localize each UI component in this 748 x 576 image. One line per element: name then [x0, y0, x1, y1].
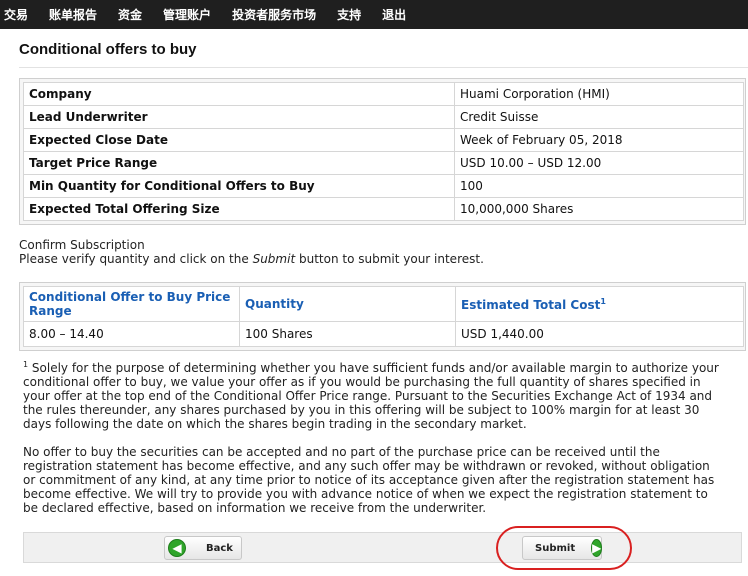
nav-item-support[interactable]: 支持 [337, 6, 361, 23]
nav-item-reports[interactable]: 账单报告 [49, 6, 97, 23]
nav-item-manage-account[interactable]: 管理账户 [163, 6, 211, 23]
action-button-bar: ◀ Back Submit ▶ [23, 532, 742, 563]
disclosure-notes: 1 Solely for the purpose of determining … [23, 358, 723, 529]
table-row: Expected Close Date Week of February 05,… [23, 128, 744, 152]
detail-label: Expected Total Offering Size [23, 197, 455, 221]
top-navigation-bar: 交易 账单报告 资金 管理账户 投资者服务市场 支持 退出 [0, 0, 748, 29]
instruction-text-end: button to submit your interest. [295, 252, 484, 266]
footnote-marker: 1 [600, 296, 606, 306]
detail-value: 100 [454, 174, 744, 198]
offering-details-table: Company Huami Corporation (HMI) Lead Und… [23, 82, 744, 221]
detail-label: Min Quantity for Conditional Offers to B… [23, 174, 455, 198]
detail-label: Company [23, 82, 455, 106]
table-row: Company Huami Corporation (HMI) [23, 82, 744, 106]
detail-value: 10,000,000 Shares [454, 197, 744, 221]
detail-label: Expected Close Date [23, 128, 455, 152]
submit-highlight-circle [496, 526, 632, 570]
table-row: Min Quantity for Conditional Offers to B… [23, 174, 744, 198]
instruction-submit-word: Submit [252, 252, 296, 266]
back-arrow-icon: ◀ [168, 539, 186, 557]
page-title: Conditional offers to buy [19, 41, 197, 58]
back-button-label: Back [206, 542, 233, 554]
detail-label: Target Price Range [23, 151, 455, 175]
footnote-paragraph: 1 Solely for the purpose of determining … [23, 358, 723, 431]
confirm-subscription-section: Confirm Subscription Please verify quant… [19, 238, 484, 266]
footnote-text: Solely for the purpose of determining wh… [23, 361, 719, 431]
back-button[interactable]: ◀ Back [164, 536, 242, 560]
column-header-estimated-cost: Estimated Total Cost1 [455, 286, 744, 322]
nav-item-trade[interactable]: 交易 [4, 6, 28, 23]
detail-label: Lead Underwriter [23, 105, 455, 129]
column-header-quantity: Quantity [239, 286, 456, 322]
detail-value: USD 10.00 – USD 12.00 [454, 151, 744, 175]
table-header-row: Conditional Offer to Buy Price Range Qua… [23, 286, 744, 322]
confirm-heading: Confirm Subscription [19, 238, 145, 252]
table-row: Lead Underwriter Credit Suisse [23, 105, 744, 129]
order-summary-panel: Conditional Offer to Buy Price Range Qua… [19, 282, 746, 351]
column-header-price-range: Conditional Offer to Buy Price Range [23, 286, 240, 322]
title-divider [19, 67, 748, 68]
quantity-value: 100 Shares [239, 321, 456, 347]
table-row: 8.00 – 14.40 100 Shares USD 1,440.00 [23, 321, 744, 347]
detail-value: Credit Suisse [454, 105, 744, 129]
instruction-text: Please verify quantity and click on the [19, 252, 253, 266]
table-row: Expected Total Offering Size 10,000,000 … [23, 197, 744, 221]
nav-item-investor-marketplace[interactable]: 投资者服务市场 [232, 6, 316, 23]
nav-item-funding[interactable]: 资金 [118, 6, 142, 23]
detail-value: Week of February 05, 2018 [454, 128, 744, 152]
disclaimer-paragraph: No offer to buy the securities can be ac… [23, 445, 715, 515]
order-summary-table: Conditional Offer to Buy Price Range Qua… [23, 286, 744, 347]
estimated-cost-label: Estimated Total Cost [461, 297, 601, 312]
nav-item-logout[interactable]: 退出 [382, 6, 406, 23]
table-row: Target Price Range USD 10.00 – USD 12.00 [23, 151, 744, 175]
estimated-cost-value: USD 1,440.00 [455, 321, 744, 347]
detail-value: Huami Corporation (HMI) [454, 82, 744, 106]
confirm-instructions: Please verify quantity and click on the … [19, 252, 484, 266]
offering-details-panel: Company Huami Corporation (HMI) Lead Und… [19, 78, 746, 225]
price-range-value: 8.00 – 14.40 [23, 321, 240, 347]
